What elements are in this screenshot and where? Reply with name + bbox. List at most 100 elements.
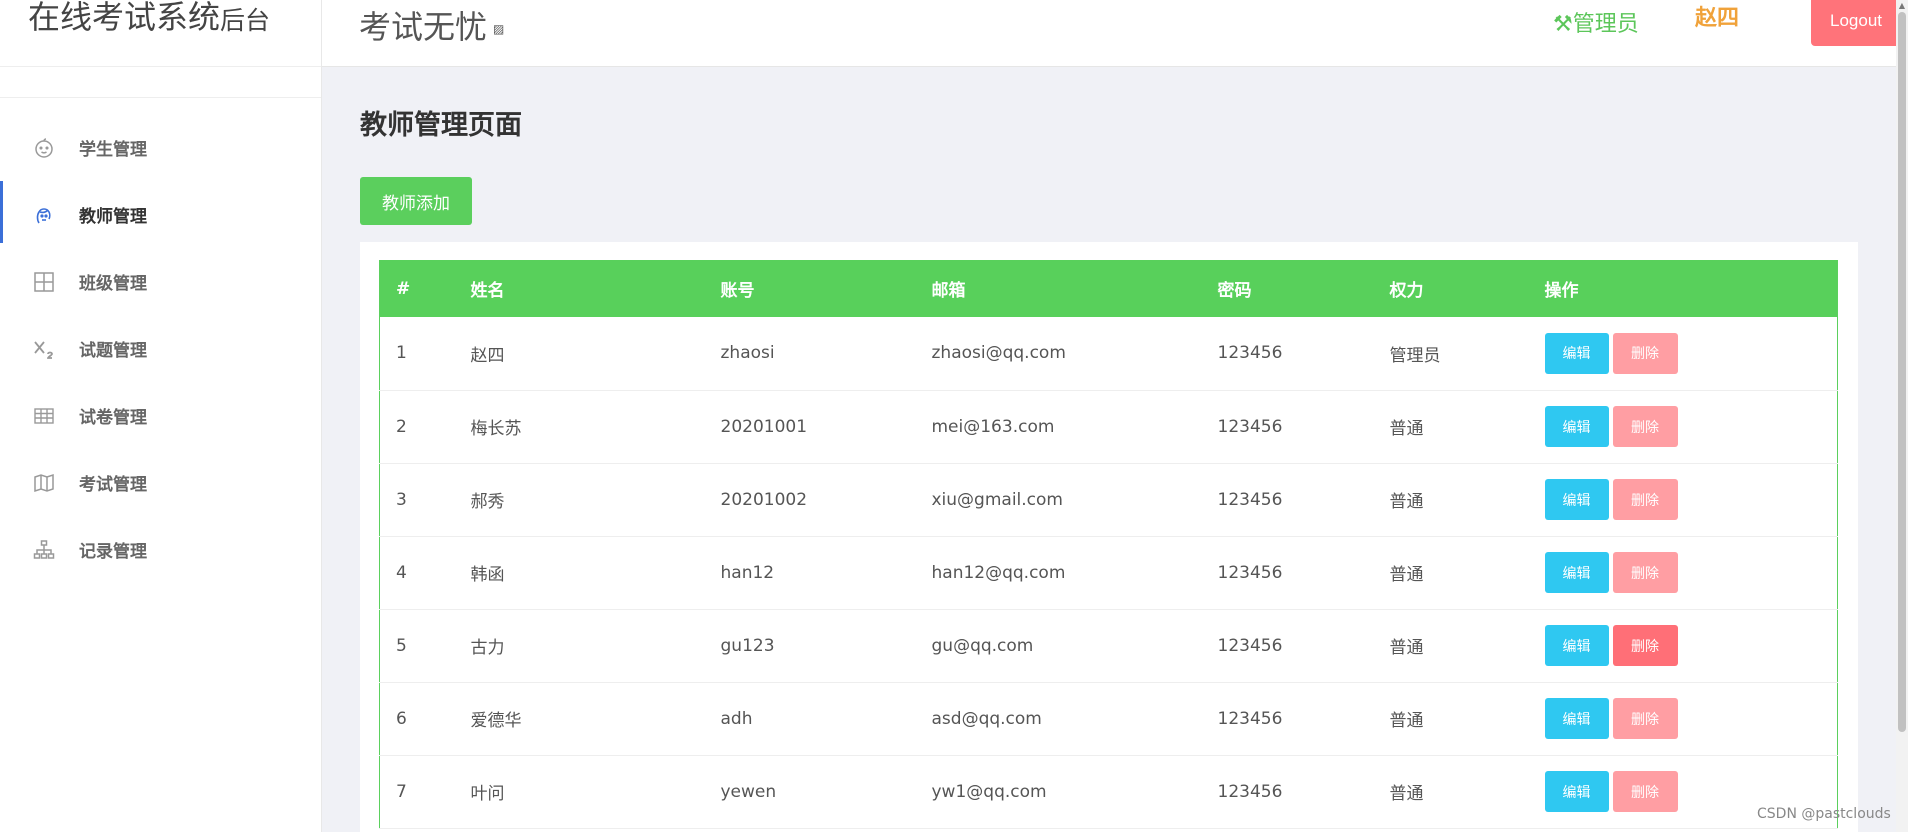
sidebar-item-label: 试卷管理 <box>79 408 147 428</box>
cell-password: 123456 <box>1217 343 1283 364</box>
sidebar-item-papers[interactable]: 试卷管理 <box>0 382 321 449</box>
column-header-email: 邮箱 <box>931 281 966 301</box>
cell-power: 管理员 <box>1389 345 1441 366</box>
delete-button[interactable]: 删除 <box>1612 332 1678 374</box>
table-row: 4 韩函 han12 han12@qq.com 123456 普通 编辑 删除 <box>379 536 1838 609</box>
scrollbar-thumb[interactable] <box>1898 12 1906 732</box>
teacher-table: # 姓名 账号 邮箱 密码 权力 操作 1 赵四 zhaosi zhaosi@q… <box>379 260 1838 829</box>
cell-actions: 编辑 删除 <box>1544 317 1838 390</box>
sidebar-divider <box>0 67 321 98</box>
brand-subtitle: 后台 <box>220 6 271 35</box>
cell-name: 郝秀 <box>470 492 505 512</box>
table-row: 6 爱德华 adh asd@qq.com 123456 普通 编辑 删除 <box>379 682 1838 755</box>
image-icon: ▨ <box>493 22 505 36</box>
sidebar-item-label: 教师管理 <box>79 207 147 227</box>
cell-power: 普通 <box>1389 492 1424 512</box>
table-card: # 姓名 账号 邮箱 密码 权力 操作 1 赵四 zhaosi zhaosi@q… <box>360 242 1858 832</box>
column-header-id: # <box>396 278 411 299</box>
cell-power: 普通 <box>1389 419 1424 439</box>
cell-name: 古力 <box>470 638 505 658</box>
sidebar-item-exams[interactable]: 考试管理 <box>0 449 321 516</box>
edit-button[interactable]: 编辑 <box>1544 771 1609 812</box>
table-row: 1 赵四 zhaosi zhaosi@qq.com 123456 管理员 编辑删… <box>379 317 1838 390</box>
user-role: ⚒管理员 <box>1553 6 1639 38</box>
cell-power: 普通 <box>1389 784 1424 804</box>
cell-actions: 编辑 删除 <box>1544 536 1838 609</box>
sidebar-item-students[interactable]: 学生管理 <box>0 114 321 181</box>
top-header: 考试无忧 ▨ ⚒管理员 赵四 Logout <box>322 0 1908 67</box>
cell-actions: 编辑 删除 <box>1544 609 1838 682</box>
cell-account: adh <box>720 708 753 729</box>
sidebar-item-records[interactable]: 记录管理 <box>0 516 321 583</box>
add-teacher-button[interactable]: 教师添加 <box>360 177 472 225</box>
table-row: 7 叶问 yewen yw1@qq.com 123456 普通 编辑 删除 <box>379 755 1838 828</box>
cell-password: 123456 <box>1217 781 1283 802</box>
edit-button[interactable]: 编辑 <box>1544 552 1609 593</box>
sidebar-item-label: 试题管理 <box>79 341 147 361</box>
cell-email: gu@qq.com <box>931 635 1034 656</box>
column-header-power: 权力 <box>1389 281 1424 301</box>
cell-power: 普通 <box>1389 638 1424 658</box>
edit-button[interactable]: 编辑 <box>1544 332 1609 374</box>
cell-account: han12 <box>720 562 775 583</box>
delete-button[interactable]: 删除 <box>1612 625 1678 666</box>
delete-button[interactable]: 删除 <box>1612 552 1678 593</box>
sidebar-item-questions[interactable]: 试题管理 <box>0 315 321 382</box>
map-icon <box>31 470 57 496</box>
cell-account: 20201002 <box>720 489 808 510</box>
cell-name: 叶问 <box>470 784 505 804</box>
sidebar-item-teachers[interactable]: 教师管理 <box>0 181 321 248</box>
delete-button[interactable]: 删除 <box>1612 698 1678 739</box>
username[interactable]: 赵四 <box>1695 0 1739 32</box>
edit-button[interactable]: 编辑 <box>1544 625 1609 666</box>
table-row: 5 古力 gu123 gu@qq.com 123456 普通 编辑 删除 <box>379 609 1838 682</box>
site-title: 考试无忧 ▨ <box>359 2 504 48</box>
cell-actions: 编辑 删除 <box>1544 463 1838 536</box>
delete-button[interactable]: 删除 <box>1612 406 1678 447</box>
site-title-text: 考试无忧 <box>359 8 488 46</box>
column-header-password: 密码 <box>1217 281 1252 301</box>
sidebar-menu: 学生管理 教师管理 班级管理 试题管理 试卷管理 考试管理 记录管理 <box>0 98 321 583</box>
cell-email: xiu@gmail.com <box>931 489 1063 510</box>
hammer-icon: ⚒ <box>1553 12 1573 37</box>
cell-email: zhaosi@qq.com <box>931 343 1066 364</box>
cell-id: 1 <box>396 343 407 364</box>
brand: 在线考试系统 后台 <box>0 0 321 67</box>
cell-power: 普通 <box>1389 711 1424 731</box>
cell-password: 123456 <box>1217 635 1283 656</box>
vertical-scrollbar[interactable]: ▲ <box>1896 0 1908 832</box>
cell-id: 3 <box>396 489 407 510</box>
delete-button[interactable]: 删除 <box>1612 479 1678 520</box>
delete-button[interactable]: 删除 <box>1612 771 1678 812</box>
user-role-label: 管理员 <box>1572 12 1639 37</box>
cell-account: yewen <box>720 781 777 802</box>
table-icon <box>31 403 57 429</box>
cell-email: han12@qq.com <box>931 562 1066 583</box>
scroll-up-arrow-icon[interactable]: ▲ <box>1896 0 1908 12</box>
brand-title: 在线考试系统 <box>28 0 221 36</box>
cell-id: 5 <box>396 635 407 656</box>
cell-email: mei@163.com <box>931 416 1055 437</box>
edit-button[interactable]: 编辑 <box>1544 406 1609 447</box>
sidebar-item-label: 记录管理 <box>79 542 147 562</box>
sidebar-item-classes[interactable]: 班级管理 <box>0 248 321 315</box>
table-row: 3 郝秀 20201002 xiu@gmail.com 123456 普通 编辑… <box>379 463 1838 536</box>
sidebar-item-label: 学生管理 <box>79 140 147 160</box>
cell-id: 2 <box>396 416 407 437</box>
cell-name: 梅长苏 <box>470 419 522 439</box>
cell-account: gu123 <box>720 635 775 656</box>
cell-email: asd@qq.com <box>931 708 1042 729</box>
column-header-actions: 操作 <box>1544 281 1579 301</box>
watermark: CSDN @pastclouds <box>1757 806 1891 822</box>
cell-password: 123456 <box>1217 489 1283 510</box>
cell-power: 普通 <box>1389 565 1424 585</box>
cell-actions: 编辑 删除 <box>1544 682 1838 755</box>
cell-id: 7 <box>396 781 407 802</box>
cell-password: 123456 <box>1217 708 1283 729</box>
cell-id: 4 <box>396 562 407 583</box>
logout-button[interactable]: Logout <box>1811 0 1901 46</box>
grid-icon <box>31 269 57 295</box>
person-head-icon <box>31 202 57 228</box>
edit-button[interactable]: 编辑 <box>1544 479 1609 520</box>
edit-button[interactable]: 编辑 <box>1544 698 1609 739</box>
